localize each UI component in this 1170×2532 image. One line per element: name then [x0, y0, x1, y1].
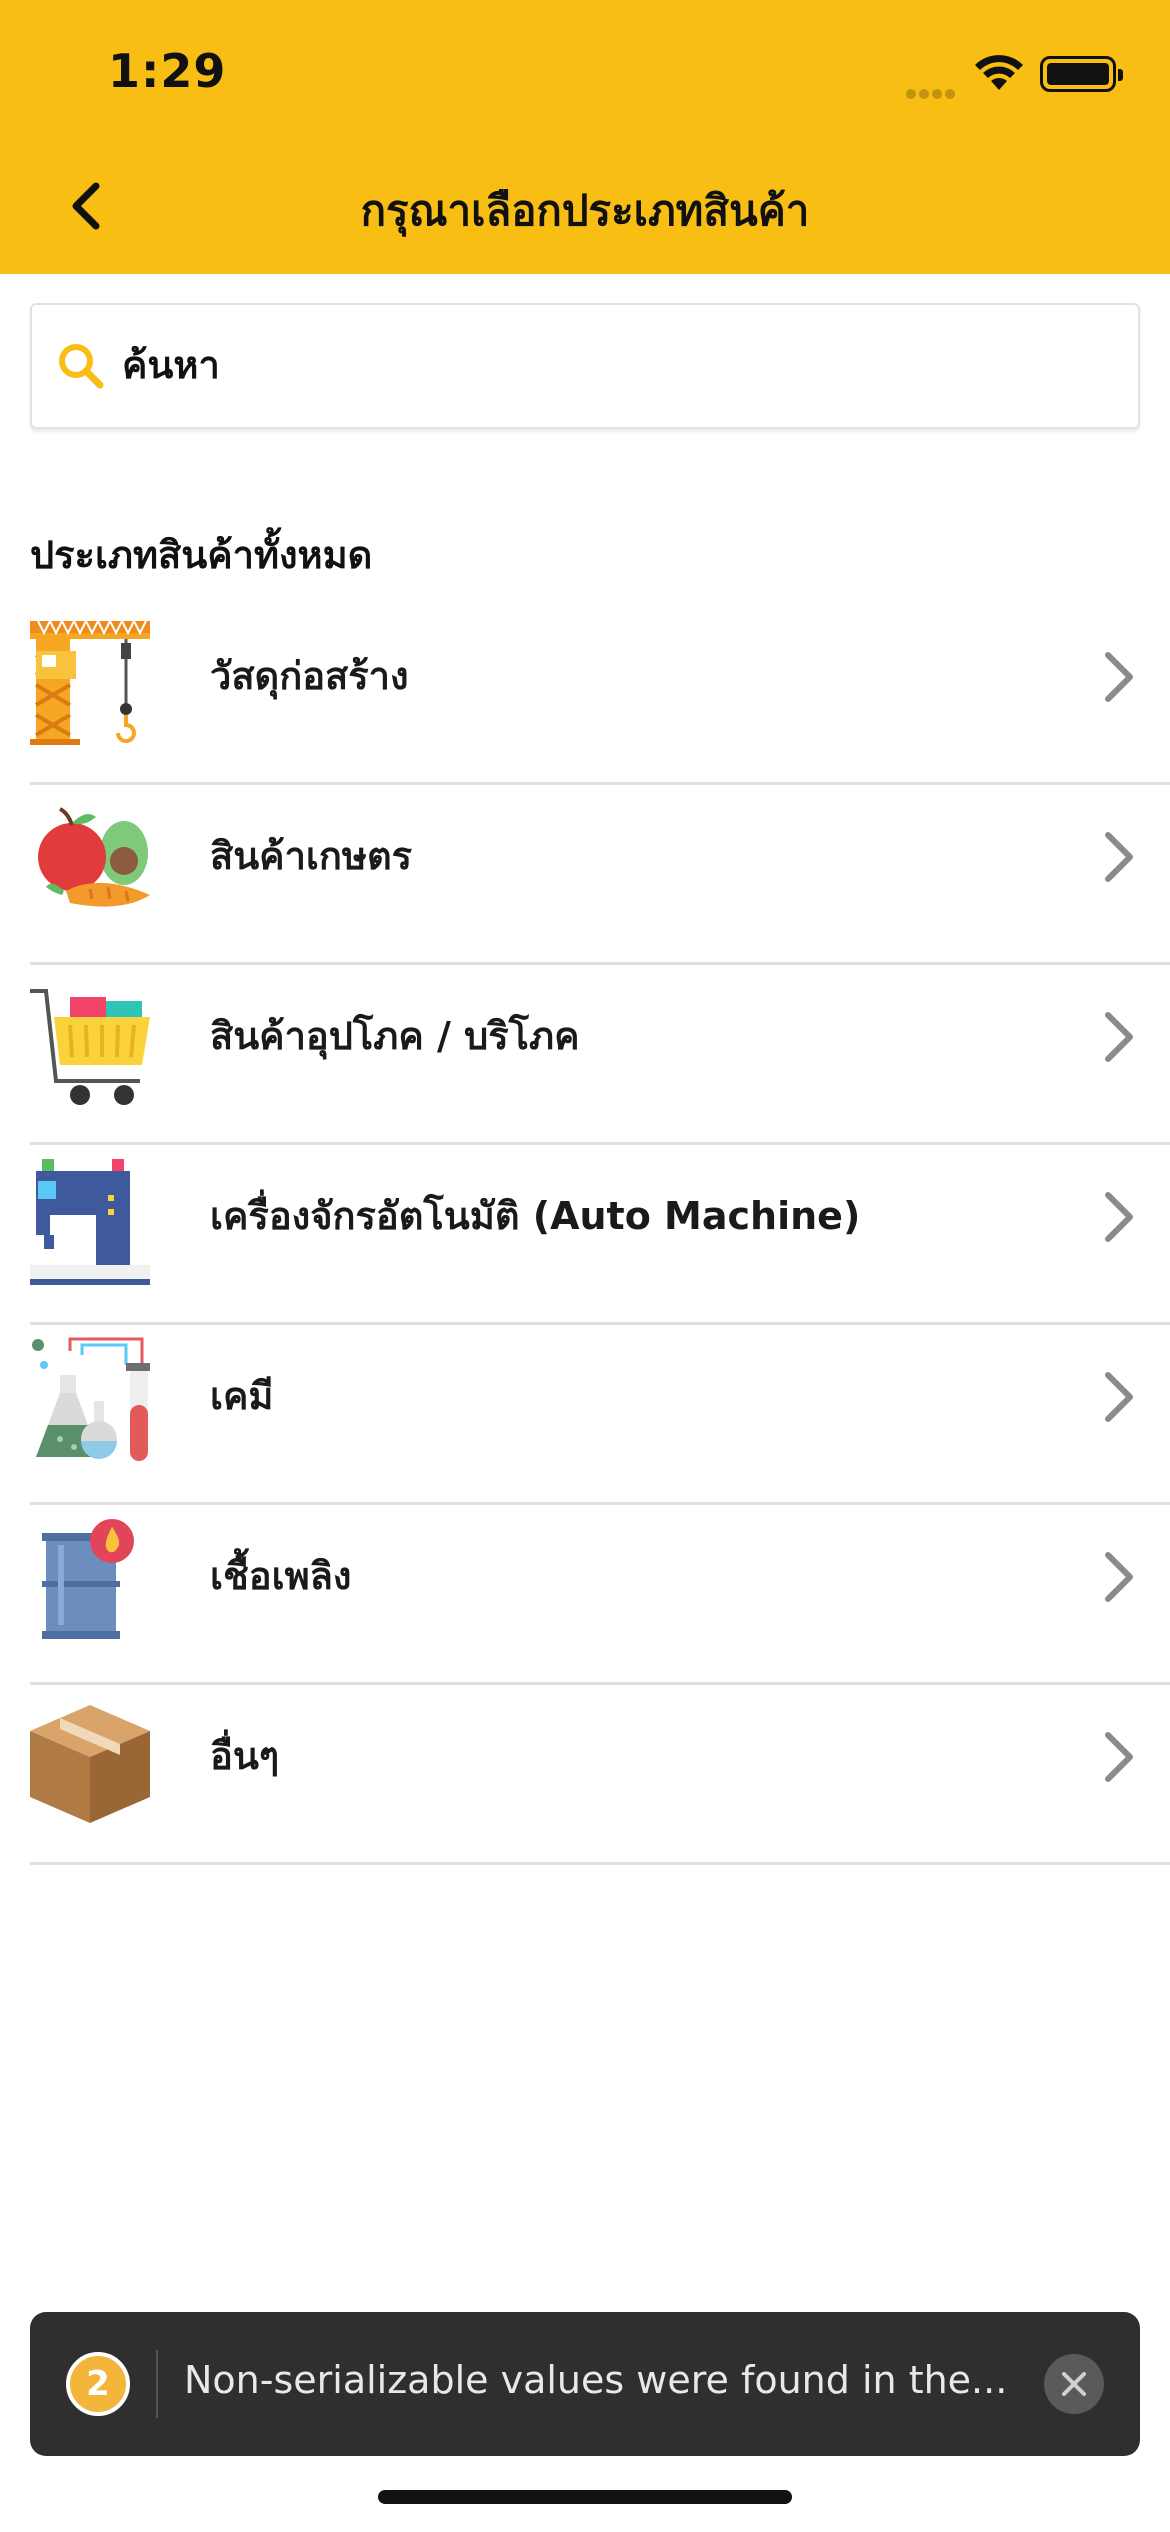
battery-icon: [1040, 56, 1123, 92]
category-list: วัสดุก่อสร้าง สินค้าเกษตร สินค้าอุปโภค /…: [30, 605, 1170, 1865]
wifi-icon: [975, 55, 1023, 90]
chevron-right-icon: [1105, 1552, 1133, 1602]
screen: 1:29 กรุณาเลือกประเภทสินค้า ประเภทสินค้า…: [0, 0, 1170, 2532]
back-button[interactable]: [58, 176, 114, 236]
category-label: เครื่องจักรอัตโนมัติ (Auto Machine): [210, 1194, 861, 1238]
chevron-right-icon: [1105, 1732, 1133, 1782]
chevron-right-icon: [1105, 832, 1133, 882]
chevron-left-icon: [72, 182, 100, 230]
warning-count-badge: 2: [66, 2352, 130, 2416]
category-label: เคมี: [210, 1374, 274, 1418]
search-input[interactable]: [122, 325, 1102, 405]
category-item-fuel[interactable]: เชื้อเพลิง: [30, 1505, 1170, 1685]
category-item-construction[interactable]: วัสดุก่อสร้าง: [30, 605, 1170, 785]
chevron-right-icon: [1105, 1372, 1133, 1422]
home-indicator[interactable]: [378, 2490, 792, 2504]
toast-divider: [156, 2350, 158, 2418]
category-item-consumer-goods[interactable]: สินค้าอุปโภค / บริโภค: [30, 965, 1170, 1145]
shopping-cart-icon: [30, 989, 150, 1105]
cardboard-box-icon: [30, 1705, 150, 1823]
category-item-chemicals[interactable]: เคมี: [30, 1325, 1170, 1505]
toast-close-button[interactable]: [1044, 2354, 1104, 2414]
category-label: เชื้อเพลิง: [210, 1554, 352, 1598]
search-bar[interactable]: [30, 303, 1140, 429]
category-item-agriculture[interactable]: สินค้าเกษตร: [30, 785, 1170, 965]
warning-toast[interactable]: 2 Non-serializable values were found in …: [30, 2312, 1140, 2456]
cellular-signal-icon: [906, 84, 958, 99]
toast-message: Non-serializable values were found in th…: [184, 2358, 1008, 2402]
close-icon: [1062, 2372, 1086, 2396]
chevron-right-icon: [1105, 1192, 1133, 1242]
header-bar: 1:29 กรุณาเลือกประเภทสินค้า: [0, 0, 1170, 274]
sewing-machine-icon: [30, 1159, 150, 1285]
chevron-right-icon: [1105, 1012, 1133, 1062]
fuel-barrel-icon: [42, 1519, 134, 1639]
construction-crane-icon: [30, 618, 150, 745]
section-title: ประเภทสินค้าทั้งหมด: [30, 533, 373, 577]
agriculture-produce-icon: [38, 807, 150, 907]
chevron-right-icon: [1105, 652, 1133, 702]
category-item-machinery[interactable]: เครื่องจักรอัตโนมัติ (Auto Machine): [30, 1145, 1170, 1325]
category-label: อื่นๆ: [210, 1734, 280, 1778]
category-label: วัสดุก่อสร้าง: [210, 654, 409, 698]
chemistry-lab-icon: [32, 1337, 150, 1461]
category-label: สินค้าอุปโภค / บริโภค: [210, 1014, 580, 1058]
search-icon: [59, 344, 104, 389]
status-time: 1:29: [108, 44, 227, 98]
category-item-others[interactable]: อื่นๆ: [30, 1685, 1170, 1865]
category-label: สินค้าเกษตร: [210, 834, 413, 878]
page-title: กรุณาเลือกประเภทสินค้า: [360, 186, 810, 235]
